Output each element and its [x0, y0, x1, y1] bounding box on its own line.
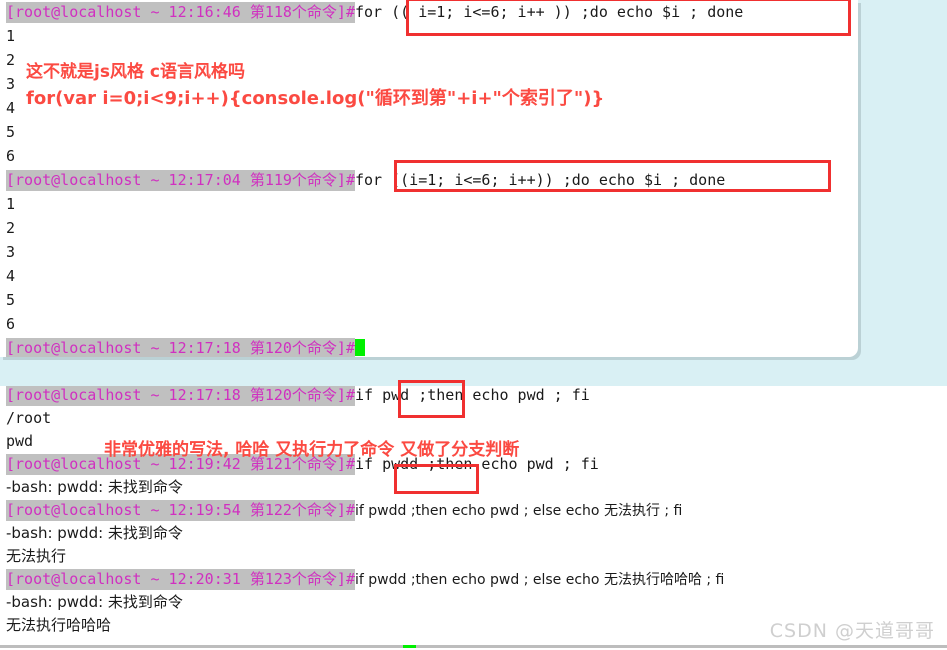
- shell-prompt: [root@localhost ~ 12:19:54 第122个命令]: [6, 500, 346, 521]
- output-text: 2: [6, 51, 16, 69]
- output-text: -bash: pwdd: 未找到命令: [6, 593, 183, 611]
- prompt-hash-symbol: #: [345, 569, 355, 590]
- output-text: 3: [6, 243, 16, 261]
- output-text: 6: [6, 147, 16, 165]
- output-text: -bash: pwdd: 未找到命令: [6, 524, 183, 542]
- csdn-watermark: CSDN @天道哥哥: [769, 620, 935, 642]
- shell-prompt: [root@localhost ~ 12:17:18 第120个命令]: [6, 386, 346, 406]
- prompt-hash-symbol: #: [345, 386, 355, 406]
- output-text: 1: [6, 27, 16, 45]
- terminal-output-line: 无法执行哈哈哈: [0, 614, 111, 637]
- terminal-prompt-line: [root@localhost ~ 12:19:54 第122个命令]#if p…: [0, 499, 682, 522]
- shell-prompt: [root@localhost ~ 12:20:31 第123个命令]: [6, 569, 346, 590]
- shell-prompt: [root@localhost ~ 12:16:46 第118个命令]: [6, 2, 346, 23]
- shell-prompt: [root@localhost ~ 12:17:18 第120个命令]: [6, 338, 346, 357]
- annotation-js-for-loop-example: for(var i=0;i<9;i++){console.log("循环到第"+…: [26, 88, 605, 109]
- output-text: 2: [6, 219, 16, 237]
- terminal-output-line: 4: [0, 96, 15, 120]
- terminal-output-line: pwd: [0, 430, 33, 453]
- prompt-hash-symbol: #: [345, 170, 355, 191]
- terminal-output-line: 4: [0, 264, 15, 288]
- terminal-output-line: -bash: pwdd: 未找到命令: [0, 591, 183, 614]
- annotation-js-style-note: 这不就是js风格 c语言风格吗: [26, 62, 245, 82]
- terminal-output-line: 1: [0, 192, 15, 216]
- terminal-output-line: /root: [0, 407, 51, 430]
- shell-command: if pwdd ;then echo pwd ; else echo 无法执行 …: [355, 503, 683, 519]
- bottom-partial-prompt-line: [0, 645, 947, 648]
- terminal-prompt-line: [root@localhost ~ 12:16:46 第118个命令]#for …: [0, 0, 743, 24]
- terminal-output-line: 2: [0, 216, 15, 240]
- output-text: pwd: [6, 432, 34, 450]
- shell-prompt: [root@localhost ~ 12:17:04 第119个命令]: [6, 170, 346, 191]
- terminal-output-line: 2: [0, 48, 15, 72]
- shell-command: for (( i=1; i<=6; i++ )) ;do echo $i ; d…: [355, 3, 744, 21]
- prompt-hash-symbol: #: [345, 2, 355, 23]
- output-text: -bash: pwdd: 未找到命令: [6, 478, 183, 496]
- terminal-cursor: [355, 339, 365, 356]
- terminal-output-line: 1: [0, 24, 15, 48]
- terminal-panel-bottom[interactable]: [root@localhost ~ 12:17:18 第120个命令]#if p…: [0, 386, 947, 650]
- output-text: 4: [6, 99, 16, 117]
- terminal-output-line: 无法执行: [0, 545, 66, 568]
- terminal-prompt-line: [root@localhost ~ 12:17:04 第119个命令]#for …: [0, 168, 725, 192]
- output-text: 5: [6, 291, 16, 309]
- output-text: 3: [6, 75, 16, 93]
- terminal-prompt-line: [root@localhost ~ 12:17:18 第120个命令]#if p…: [0, 386, 590, 407]
- output-text: 无法执行哈哈哈: [6, 616, 112, 634]
- terminal-output-line: 6: [0, 144, 15, 168]
- shell-command: for ((i=1; i<=6; i++)) ;do echo $i ; don…: [355, 171, 726, 189]
- output-text: 6: [6, 315, 16, 333]
- prompt-hash-symbol: #: [345, 500, 355, 521]
- terminal-output-line: 6: [0, 312, 15, 336]
- shell-command: if pwdd ;then echo pwd ; else echo 无法执行哈…: [355, 572, 725, 588]
- output-text: 无法执行: [6, 547, 67, 565]
- shell-command: if pwd ;then echo pwd ; fi: [355, 386, 590, 404]
- terminal-prompt-line: [root@localhost ~ 12:17:18 第120个命令]#: [0, 336, 365, 357]
- terminal-output-line: 5: [0, 120, 15, 144]
- terminal-output-line: 3: [0, 72, 15, 96]
- terminal-output-line: 3: [0, 240, 15, 264]
- annotation-elegant-style-note: 非常优雅的写法, 哈哈 又执行力了命令 又做了分支判断: [104, 440, 520, 460]
- output-text: 1: [6, 195, 16, 213]
- output-text: /root: [6, 409, 52, 427]
- terminal-prompt-line: [root@localhost ~ 12:20:31 第123个命令]#if p…: [0, 568, 724, 591]
- output-text: 5: [6, 123, 16, 141]
- terminal-panel-top[interactable]: [root@localhost ~ 12:16:46 第118个命令]#for …: [0, 0, 858, 357]
- terminal-output-line: 5: [0, 288, 15, 312]
- output-text: 4: [6, 267, 16, 285]
- prompt-hash-symbol: #: [345, 338, 355, 357]
- terminal-output-line: -bash: pwdd: 未找到命令: [0, 476, 183, 499]
- bottom-cursor-block: [403, 645, 416, 648]
- terminal-output-line: -bash: pwdd: 未找到命令: [0, 522, 183, 545]
